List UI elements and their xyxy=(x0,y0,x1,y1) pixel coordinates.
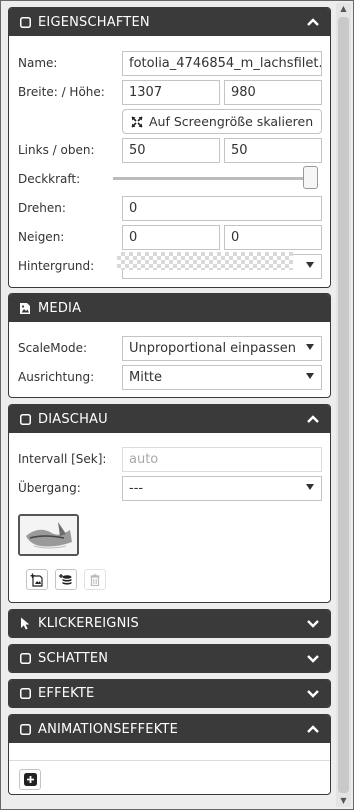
divider xyxy=(9,760,330,761)
add-from-library-button[interactable] xyxy=(55,569,77,590)
trash-icon xyxy=(90,573,100,586)
scroll-up-arrow-icon[interactable]: ▲ xyxy=(336,3,351,15)
left-field[interactable]: 50 xyxy=(122,138,220,163)
name-label: Name: xyxy=(18,56,58,70)
square-icon xyxy=(18,412,32,426)
interval-field[interactable]: auto xyxy=(122,447,322,472)
chevron-up-icon[interactable] xyxy=(306,15,320,29)
chevron-down-icon[interactable] xyxy=(306,617,320,631)
opacity-slider-track[interactable] xyxy=(113,177,308,180)
width-field[interactable]: 1307 xyxy=(122,80,220,105)
panel-title: KLICKEREIGNIS xyxy=(38,616,139,631)
cursor-pointer-icon xyxy=(18,617,32,631)
vertical-scrollbar[interactable]: ▲ ▼ xyxy=(336,3,351,807)
opacity-slider-handle[interactable] xyxy=(303,166,318,189)
panel-effekte: EFFEKTE xyxy=(8,679,331,708)
database-add-icon xyxy=(59,573,72,585)
panel-animationseffekte-header[interactable]: ANIMATIONSEFFEKTE xyxy=(9,715,330,743)
panel-title: SCHATTEN xyxy=(38,651,109,666)
transparent-swatch xyxy=(117,252,293,270)
skew-x-field[interactable]: 0 xyxy=(122,225,220,250)
panel-klickereignis: KLICKEREIGNIS xyxy=(8,609,331,638)
panel-media: MEDIA ScaleMode: Unproportional einpasse… xyxy=(8,293,331,398)
dropdown-arrow-icon xyxy=(306,373,314,379)
name-field[interactable]: fotolia_4746854_m_lachsfilet.jpg xyxy=(122,51,322,76)
panel-schatten: SCHATTEN xyxy=(8,644,331,673)
image-file-icon xyxy=(18,301,32,315)
skew-label: Neigen: xyxy=(18,230,65,244)
rotate-field[interactable]: 0 xyxy=(122,196,322,221)
height-field[interactable]: 980 xyxy=(224,80,322,105)
panel-animationseffekte: ANIMATIONSEFFEKTE xyxy=(8,714,331,795)
opacity-label: Deckkraft: xyxy=(18,172,81,186)
dropdown-arrow-icon xyxy=(306,344,314,350)
panel-diaschau-header[interactable]: DIASCHAU xyxy=(9,405,330,433)
panel-title: EIGENSCHAFTEN xyxy=(38,14,150,30)
dropdown-arrow-icon xyxy=(306,262,314,268)
scale-to-screen-button[interactable]: Auf Screengröße skalieren xyxy=(122,109,322,134)
transition-label: Übergang: xyxy=(18,481,81,495)
alignment-select[interactable]: Mitte xyxy=(122,365,322,390)
delete-slide-button[interactable] xyxy=(84,569,106,590)
scroll-down-arrow-icon[interactable]: ▼ xyxy=(336,795,351,807)
interval-label: Intervall [Sek]: xyxy=(18,452,107,466)
scalemode-select[interactable]: Unproportional einpassen xyxy=(122,336,322,361)
panel-diaschau: DIASCHAU Intervall [Sek]: auto Übergang:… xyxy=(8,404,331,603)
chevron-down-icon[interactable] xyxy=(306,652,320,666)
panel-schatten-header[interactable]: SCHATTEN xyxy=(9,645,330,672)
scale-to-screen-label: Auf Screengröße skalieren xyxy=(149,114,314,129)
add-image-button[interactable] xyxy=(26,569,48,590)
skew-y-field[interactable]: 0 xyxy=(224,225,322,250)
plus-square-icon xyxy=(23,773,37,786)
panel-eigenschaften: EIGENSCHAFTEN Name: fotolia_4746854_m_la… xyxy=(8,7,331,288)
square-icon xyxy=(18,652,32,666)
rotate-label: Drehen: xyxy=(18,201,66,215)
panel-eigenschaften-header[interactable]: EIGENSCHAFTEN xyxy=(9,8,330,36)
transition-value: --- xyxy=(129,481,144,496)
add-image-icon xyxy=(30,573,43,587)
panel-media-header: MEDIA xyxy=(9,294,330,322)
expand-arrows-icon xyxy=(131,115,143,128)
scrollbar-thumb[interactable] xyxy=(338,17,349,793)
position-label: Links / oben: xyxy=(18,143,95,157)
square-icon xyxy=(18,722,32,736)
square-icon xyxy=(18,687,32,701)
add-animation-button[interactable] xyxy=(19,769,41,790)
top-field[interactable]: 50 xyxy=(224,138,322,163)
transition-select[interactable]: --- xyxy=(122,476,322,501)
slide-thumbnail[interactable] xyxy=(18,514,79,556)
scalemode-label: ScaleMode: xyxy=(18,341,88,355)
panel-effekte-header[interactable]: EFFEKTE xyxy=(9,680,330,707)
chevron-down-icon[interactable] xyxy=(306,687,320,701)
square-icon xyxy=(18,15,32,29)
panel-title: DIASCHAU xyxy=(38,411,108,427)
panel-title: ANIMATIONSEFFEKTE xyxy=(38,721,178,737)
chevron-up-icon[interactable] xyxy=(306,412,320,426)
scalemode-value: Unproportional einpassen xyxy=(129,341,297,356)
size-label: Breite: / Höhe: xyxy=(18,85,105,99)
background-label: Hintergrund: xyxy=(18,259,95,273)
alignment-value: Mitte xyxy=(129,370,163,385)
chevron-up-icon[interactable] xyxy=(306,722,320,736)
panel-title: MEDIA xyxy=(38,300,82,316)
alignment-label: Ausrichtung: xyxy=(18,370,95,384)
panel-klickereignis-header[interactable]: KLICKEREIGNIS xyxy=(9,610,330,637)
dropdown-arrow-icon xyxy=(306,484,314,490)
panel-title: EFFEKTE xyxy=(38,686,95,701)
